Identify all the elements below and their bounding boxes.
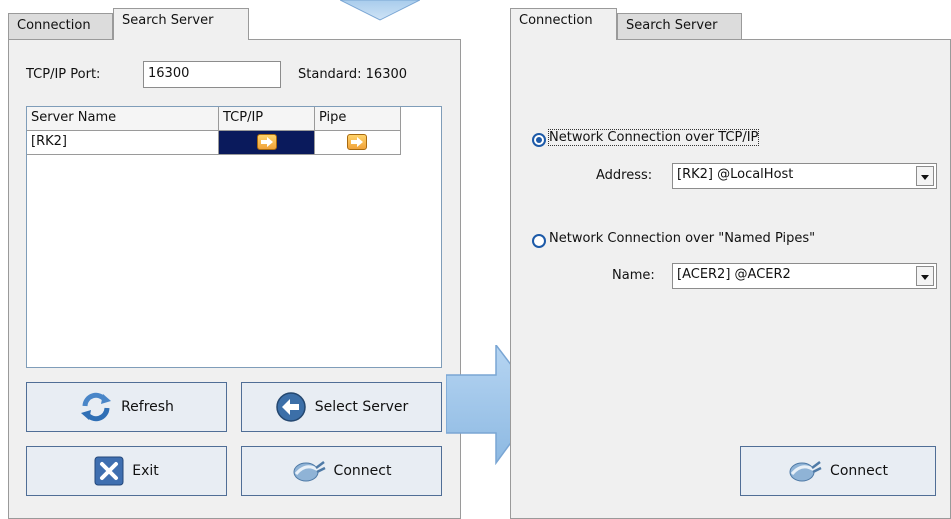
server-table[interactable]: Server Name TCP/IP Pipe [RK2]: [26, 106, 442, 368]
connect-button-left[interactable]: Connect: [241, 446, 442, 496]
address-select[interactable]: [RK2] @LocalHost: [672, 163, 937, 189]
select-server-button[interactable]: Select Server: [241, 382, 442, 432]
column-header-server-name[interactable]: Server Name: [27, 107, 219, 131]
chevron-down-icon[interactable]: [916, 266, 934, 286]
refresh-button-label: Refresh: [121, 399, 174, 415]
tcpip-cell[interactable]: [219, 131, 315, 155]
refresh-icon: [79, 392, 113, 422]
standard-port-label: Standard: 16300: [298, 67, 408, 82]
connect-plug-icon: [788, 458, 822, 484]
address-label: Address:: [596, 168, 653, 183]
tab-search-server-right[interactable]: Search Server: [617, 13, 742, 40]
pipe-option-label[interactable]: Network Connection over "Named Pipes": [549, 231, 815, 246]
port-label: TCP/IP Port:: [26, 67, 101, 82]
name-label: Name:: [612, 268, 655, 283]
server-name-cell[interactable]: [RK2]: [27, 131, 219, 155]
back-arrow-icon: [275, 391, 307, 423]
refresh-button[interactable]: Refresh: [26, 382, 227, 432]
pipe-cell[interactable]: [315, 131, 401, 155]
name-select-value: [ACER2] @ACER2: [677, 267, 791, 282]
chevron-down-icon[interactable]: [916, 166, 934, 186]
exit-button-label: Exit: [132, 463, 159, 479]
column-header-tcpip[interactable]: TCP/IP: [219, 107, 315, 131]
connect-plug-icon: [292, 458, 326, 484]
tab-search-server[interactable]: Search Server: [113, 8, 249, 40]
exit-button[interactable]: Exit: [26, 446, 227, 496]
tab-connection-right[interactable]: Connection: [510, 8, 617, 40]
tcp-radio[interactable]: [532, 133, 546, 147]
tcpip-connect-arrow-icon[interactable]: [257, 134, 277, 150]
pipe-radio[interactable]: [532, 234, 546, 248]
connect-button-right[interactable]: Connect: [740, 446, 936, 496]
flow-arrow-down-icon: [340, 0, 420, 21]
address-select-value: [RK2] @LocalHost: [677, 167, 794, 182]
close-icon: [94, 456, 124, 486]
port-input[interactable]: 16300: [143, 61, 281, 88]
tab-connection[interactable]: Connection: [8, 13, 113, 40]
select-server-button-label: Select Server: [314, 399, 409, 415]
connect-button-left-label: Connect: [333, 463, 392, 479]
column-header-pipe[interactable]: Pipe: [315, 107, 401, 131]
connect-button-right-label: Connect: [830, 463, 888, 479]
pipe-connect-arrow-icon[interactable]: [347, 134, 367, 150]
tcp-option-label[interactable]: Network Connection over TCP/IP: [547, 129, 760, 146]
name-select[interactable]: [ACER2] @ACER2: [672, 263, 937, 289]
